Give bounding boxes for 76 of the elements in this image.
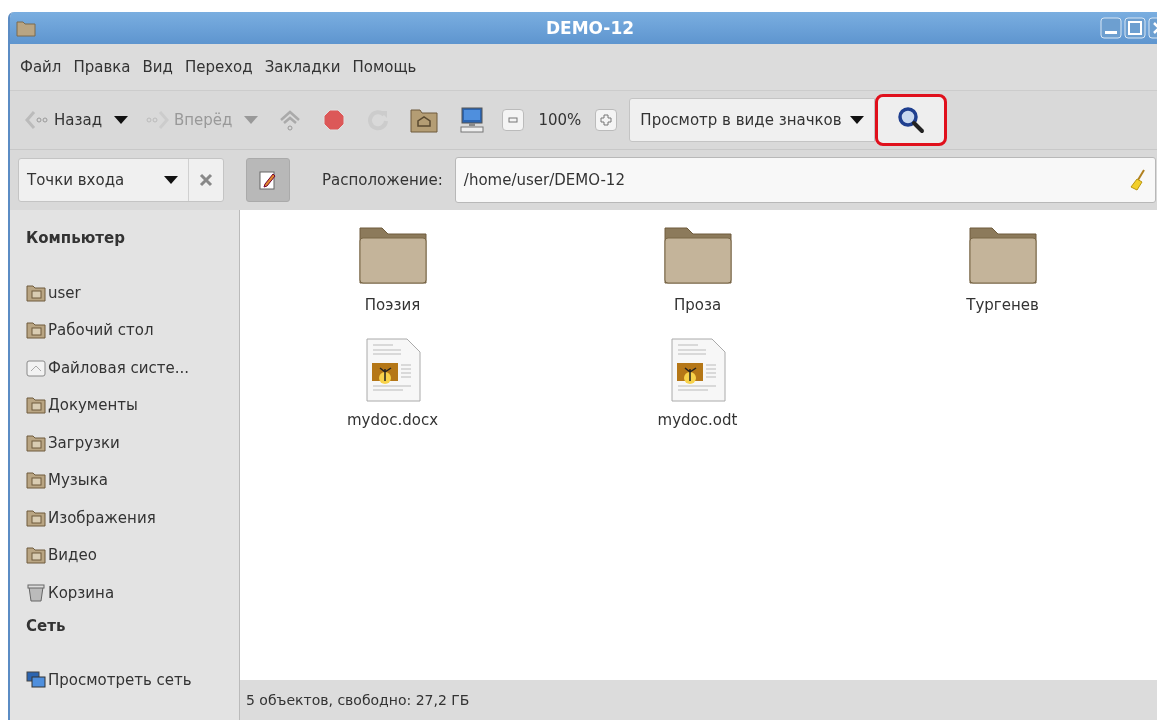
folder-icon [26,396,46,415]
sidebar-item[interactable]: Видео [26,536,239,574]
menu-item[interactable]: Помощь [352,58,417,76]
sidebar-item-label: Музыка [48,471,108,490]
file-name: mydoc.odt [657,411,738,429]
status-bar: 5 объектов, свободно: 27,2 ГБ [240,680,1157,720]
folder-icon [26,546,46,565]
view-mode-label: Просмотр в виде значков [640,111,842,129]
sidebar-item-label: Видео [48,546,97,565]
zoom-level: 100% [538,111,582,129]
file-name: Тургенев [966,296,1039,314]
location-field[interactable]: /home/user/DEMO-12 [454,157,1156,203]
search-button[interactable] [874,94,947,146]
zoom-in-button[interactable] [595,109,618,131]
menu-item[interactable]: Переход [184,58,253,76]
folder-icon [26,433,46,452]
folder-icon [26,283,46,302]
menu-item[interactable]: Вид [142,58,173,76]
back-arrow-icon [24,109,50,131]
folder-icon [26,321,46,340]
sidebar-item[interactable]: Документы [26,386,239,424]
caret-icon [164,176,178,184]
view-dropdown[interactable]: Просмотр в виде значков [629,98,875,142]
file-name: Поэзия [364,296,421,314]
sidebar-item-label: Корзина [48,583,115,602]
search-icon [895,105,926,135]
places-label: Точки входа [27,171,126,189]
menu-item[interactable]: Закладки [264,58,341,76]
sidebar-heading: Компьютер [26,228,126,249]
sidebar-item[interactable]: user [26,274,239,312]
window-title: DEMO-12 [545,18,635,38]
sidebar-item-label: Рабочий стол [48,321,154,340]
sidebar-item-label: Загрузки [48,433,120,452]
caret-icon[interactable] [114,116,128,124]
close-icon[interactable] [199,173,213,187]
sidebar-item-label: Изображения [48,508,156,527]
pencil-icon [258,169,278,191]
sidebar-item[interactable]: Рабочий стол [26,311,239,349]
trash-icon [26,583,46,602]
sidebar-item[interactable]: Просмотреть сеть [26,661,239,699]
sidebar-item-label: Просмотреть сеть [48,671,192,690]
broom-icon[interactable] [1129,169,1147,191]
document-icon[interactable] [669,337,726,403]
folder-icon [26,508,46,527]
sidebar-item[interactable]: Файловая систе... [26,349,239,387]
caret-icon [849,116,864,124]
sidebar-item[interactable]: Загрузки [26,424,239,462]
minimize-button[interactable] [1100,17,1122,39]
menu-item[interactable]: Правка [73,58,131,76]
sidebar-item-label: Файловая систе... [48,358,189,377]
menu-item[interactable]: Файл [20,58,62,76]
sidebar-item[interactable]: Музыка [26,461,239,499]
sidebar-item-label: Документы [48,396,138,415]
maximize-button[interactable] [1124,17,1146,39]
network-icon [26,671,46,690]
drive-icon [26,358,46,377]
minus-icon [507,114,520,126]
file-name: Проза [673,296,722,314]
sidebar-heading: Сеть [26,615,67,637]
sidebar-item-label: user [48,283,81,302]
folder-icon [16,19,36,37]
stop-icon[interactable] [322,108,347,132]
computer-icon[interactable] [458,106,487,134]
file-name: mydoc.docx [347,411,438,429]
back-button[interactable]: Назад [24,109,102,131]
document-icon[interactable] [364,337,421,403]
folder-icon [26,471,46,490]
sidebar-item[interactable]: Корзина [26,574,239,612]
places-dropdown[interactable]: Точки входа [18,158,224,202]
sidebar-item[interactable]: Изображения [26,499,239,537]
plus-icon [600,114,613,126]
edit-location-toggle[interactable] [246,158,290,202]
location-label: Расположение: [322,171,443,189]
location-path: /home/user/DEMO-12 [463,171,625,189]
zoom-out-button[interactable] [502,109,525,131]
home-folder-icon[interactable] [410,107,439,133]
